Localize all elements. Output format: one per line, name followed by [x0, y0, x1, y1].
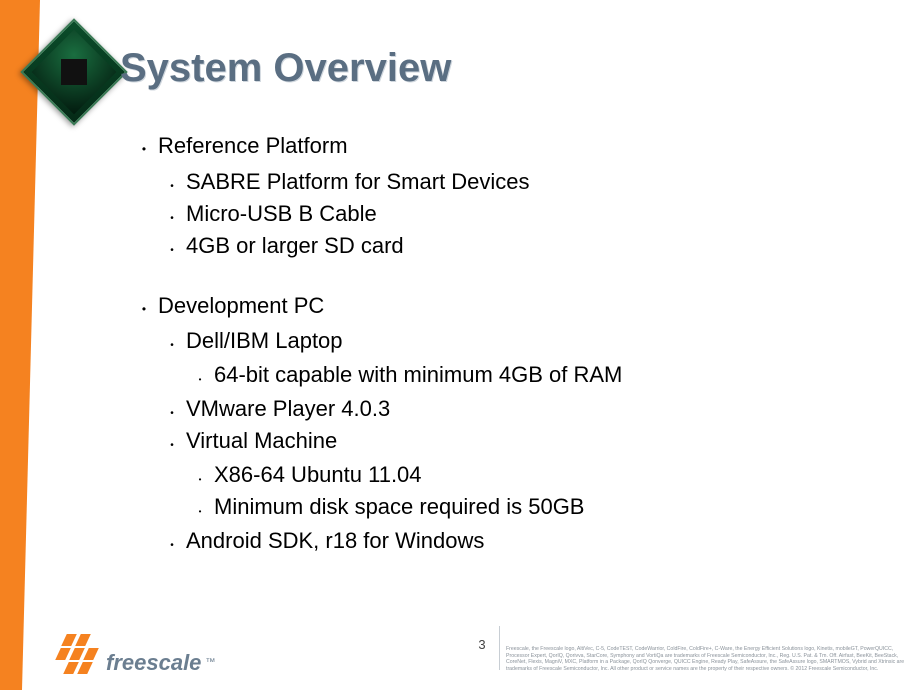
side-accent-bar: [0, 0, 22, 690]
trademark-symbol: ™: [205, 657, 215, 668]
list-item: Dell/IBM Laptop 64-bit capable with mini…: [158, 325, 880, 391]
bullet-text: SABRE Platform for Smart Devices: [186, 166, 530, 198]
bullet-list-lvl3: 64-bit capable with minimum 4GB of RAM: [186, 359, 880, 391]
list-item: 4GB or larger SD card: [158, 230, 880, 262]
list-item: Development PC Dell/IBM Laptop 64-bit ca…: [130, 290, 880, 557]
slide-footer: freescale ™ 3 Freescale, the Freescale l…: [58, 606, 906, 676]
bullet-list-lvl2: Dell/IBM Laptop 64-bit capable with mini…: [158, 325, 880, 556]
list-item: 64-bit capable with minimum 4GB of RAM: [186, 359, 880, 391]
bullet-text: Android SDK, r18 for Windows: [186, 525, 484, 557]
bullet-text: Reference Platform: [158, 130, 348, 162]
side-accent-wedge: [22, 0, 40, 690]
list-item: Reference Platform SABRE Platform for Sm…: [130, 130, 880, 262]
legal-separator: [499, 626, 500, 670]
bullet-text: X86-64 Ubuntu 11.04: [214, 459, 422, 491]
list-item: SABRE Platform for Smart Devices: [158, 166, 880, 198]
bullet-text: 64-bit capable with minimum 4GB of RAM: [214, 359, 622, 391]
bullet-text: Development PC: [158, 290, 324, 322]
bullet-text: Minimum disk space required is 50GB: [214, 491, 584, 523]
bullet-text: Virtual Machine: [186, 425, 337, 457]
slide-title: System Overview: [120, 46, 451, 91]
list-item: X86-64 Ubuntu 11.04: [186, 459, 880, 491]
brand-name: freescale: [106, 650, 201, 676]
bullet-list-lvl1: Reference Platform SABRE Platform for Sm…: [130, 130, 880, 557]
list-item: VMware Player 4.0.3: [158, 393, 880, 425]
bullet-list-lvl3: X86-64 Ubuntu 11.04 Minimum disk space r…: [186, 459, 880, 523]
slide-body: Reference Platform SABRE Platform for Sm…: [130, 130, 880, 585]
list-item: Micro-USB B Cable: [158, 198, 880, 230]
list-item: Android SDK, r18 for Windows: [158, 525, 880, 557]
bullet-list-lvl2: SABRE Platform for Smart Devices Micro-U…: [158, 166, 880, 262]
bullet-text: Micro-USB B Cable: [186, 198, 377, 230]
list-item: Virtual Machine X86-64 Ubuntu 11.04 Mini…: [158, 425, 880, 523]
bullet-text: 4GB or larger SD card: [186, 230, 404, 262]
bullet-text: Dell/IBM Laptop: [186, 325, 343, 357]
bullet-text: VMware Player 4.0.3: [186, 393, 390, 425]
legal-text: Freescale, the Freescale logo, AltiVec, …: [506, 646, 906, 672]
list-item: Minimum disk space required is 50GB: [186, 491, 880, 523]
